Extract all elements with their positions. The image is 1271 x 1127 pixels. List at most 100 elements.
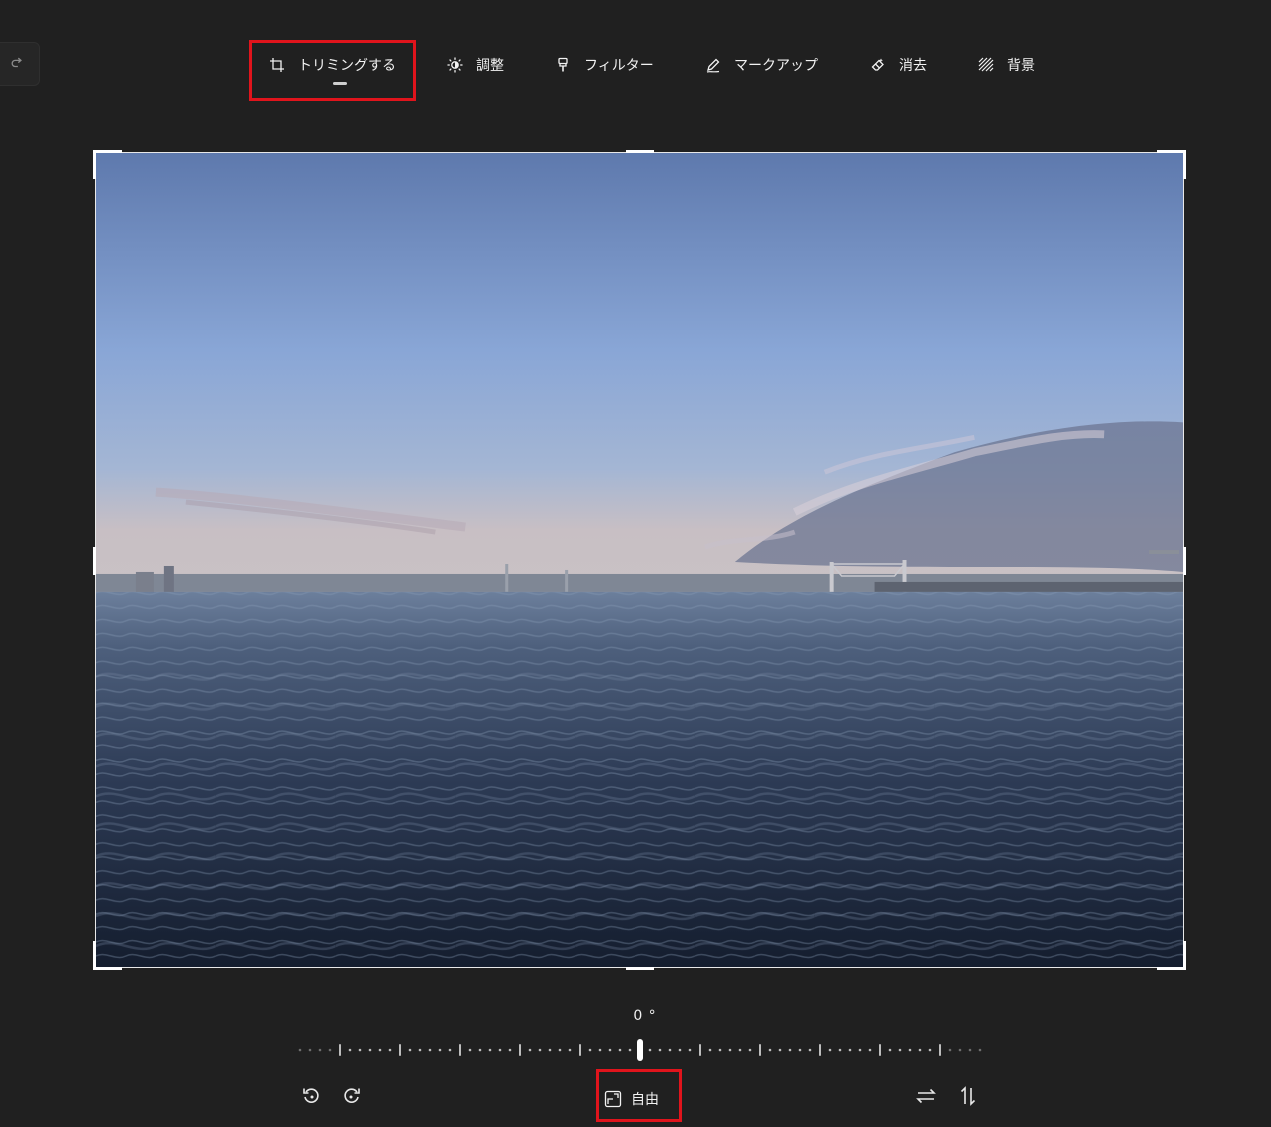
brightness-icon <box>446 56 464 74</box>
slider-tick <box>808 1048 812 1052</box>
slider-tick <box>519 1044 521 1056</box>
crop-handle-bottom-left[interactable] <box>93 941 122 970</box>
slider-tick <box>898 1048 902 1052</box>
slider-tick <box>699 1044 701 1056</box>
slider-tick <box>448 1048 452 1052</box>
edit-toolbar: トリミングする 調整 フィルター マークアップ 消去 背景 <box>0 44 1271 86</box>
photo-editor: トリミングする 調整 フィルター マークアップ 消去 背景 0 ° 自由 <box>0 0 1271 1127</box>
rotate-left-button[interactable] <box>296 1084 326 1112</box>
slider-tick <box>868 1048 872 1052</box>
slider-tick <box>348 1048 352 1052</box>
slider-tick <box>928 1048 932 1052</box>
filter-icon <box>554 56 572 74</box>
slider-tick <box>508 1048 512 1052</box>
photo-canvas <box>96 153 1183 967</box>
slider-tick <box>579 1044 581 1056</box>
slider-tick <box>668 1048 672 1052</box>
tab-filter[interactable]: フィルター <box>554 52 654 78</box>
slider-tick <box>838 1048 842 1052</box>
slider-tick <box>308 1048 312 1052</box>
background-icon <box>977 56 995 74</box>
crop-handle-top-left[interactable] <box>93 150 122 179</box>
flip-vertical-icon <box>957 1085 979 1111</box>
slider-tick <box>688 1048 692 1052</box>
slider-tick <box>918 1048 922 1052</box>
tab-crop-label: トリミングする <box>298 58 396 74</box>
crop-handle-bottom-right[interactable] <box>1157 941 1186 970</box>
slider-tick <box>788 1048 792 1052</box>
slider-tick <box>318 1048 322 1052</box>
crop-handle-top-right[interactable] <box>1157 150 1186 179</box>
slider-tick <box>958 1048 962 1052</box>
rotation-slider-ticks <box>298 1039 982 1061</box>
tab-adjust[interactable]: 調整 <box>446 52 504 78</box>
slider-tick <box>658 1048 662 1052</box>
rotate-right-button[interactable] <box>337 1084 367 1112</box>
slider-tick <box>459 1044 461 1056</box>
slider-tick <box>358 1048 362 1052</box>
slider-tick <box>768 1048 772 1052</box>
rotate-right-icon <box>341 1085 363 1111</box>
active-tab-indicator <box>333 82 347 85</box>
markup-pen-icon <box>704 56 722 74</box>
slider-tick <box>968 1048 972 1052</box>
slider-tick <box>848 1048 852 1052</box>
rotation-slider[interactable] <box>296 1038 986 1062</box>
slider-tick <box>858 1048 862 1052</box>
tab-background[interactable]: 背景 <box>977 52 1035 78</box>
slider-tick <box>428 1048 432 1052</box>
tab-adjust-label: 調整 <box>476 58 504 74</box>
slider-tick <box>888 1048 892 1052</box>
slider-tick <box>648 1048 652 1052</box>
slider-tick <box>368 1048 372 1052</box>
slider-tick <box>728 1048 732 1052</box>
flip-vertical-button[interactable] <box>953 1084 983 1112</box>
slider-tick <box>759 1044 761 1056</box>
flip-horizontal-button[interactable] <box>911 1084 941 1112</box>
slider-tick <box>328 1048 332 1052</box>
slider-tick <box>598 1048 602 1052</box>
slider-tick <box>298 1048 302 1052</box>
tab-markup[interactable]: マークアップ <box>704 52 818 78</box>
crop-handle-right[interactable] <box>1183 547 1186 575</box>
slider-tick <box>588 1048 592 1052</box>
rotate-left-icon <box>300 1085 322 1111</box>
crop-handle-bottom[interactable] <box>626 967 654 970</box>
crop-frame[interactable] <box>93 150 1186 970</box>
slider-tick <box>738 1048 742 1052</box>
slider-tick <box>718 1048 722 1052</box>
slider-tick <box>568 1048 572 1052</box>
crop-handle-left[interactable] <box>93 547 96 575</box>
slider-tick <box>378 1048 382 1052</box>
slider-tick <box>538 1048 542 1052</box>
slider-tick <box>438 1048 442 1052</box>
aspect-ratio-button[interactable]: 自由 <box>603 1084 659 1114</box>
slider-tick <box>828 1048 832 1052</box>
slider-tick <box>608 1048 612 1052</box>
slider-tick <box>778 1048 782 1052</box>
slider-tick <box>628 1048 632 1052</box>
slider-tick <box>819 1044 821 1056</box>
aspect-ratio-icon <box>603 1089 623 1109</box>
slider-tick <box>948 1048 952 1052</box>
slider-tick <box>399 1044 401 1056</box>
slider-tick <box>978 1048 982 1052</box>
slider-tick <box>339 1044 341 1056</box>
slider-tick <box>468 1048 472 1052</box>
eraser-icon <box>869 56 887 74</box>
rotation-angle-readout: 0 ° <box>633 1008 657 1024</box>
slider-tick <box>388 1048 392 1052</box>
crop-handle-top[interactable] <box>626 150 654 153</box>
rotation-slider-thumb[interactable] <box>637 1039 643 1061</box>
tab-erase[interactable]: 消去 <box>869 52 927 78</box>
slider-tick <box>748 1048 752 1052</box>
slider-tick <box>708 1048 712 1052</box>
slider-tick <box>528 1048 532 1052</box>
tab-crop[interactable]: トリミングする <box>268 52 396 78</box>
slider-tick <box>478 1048 482 1052</box>
slider-tick <box>548 1048 552 1052</box>
slider-tick <box>678 1048 682 1052</box>
slider-tick <box>879 1044 881 1056</box>
slider-tick <box>618 1048 622 1052</box>
slider-tick <box>558 1048 562 1052</box>
